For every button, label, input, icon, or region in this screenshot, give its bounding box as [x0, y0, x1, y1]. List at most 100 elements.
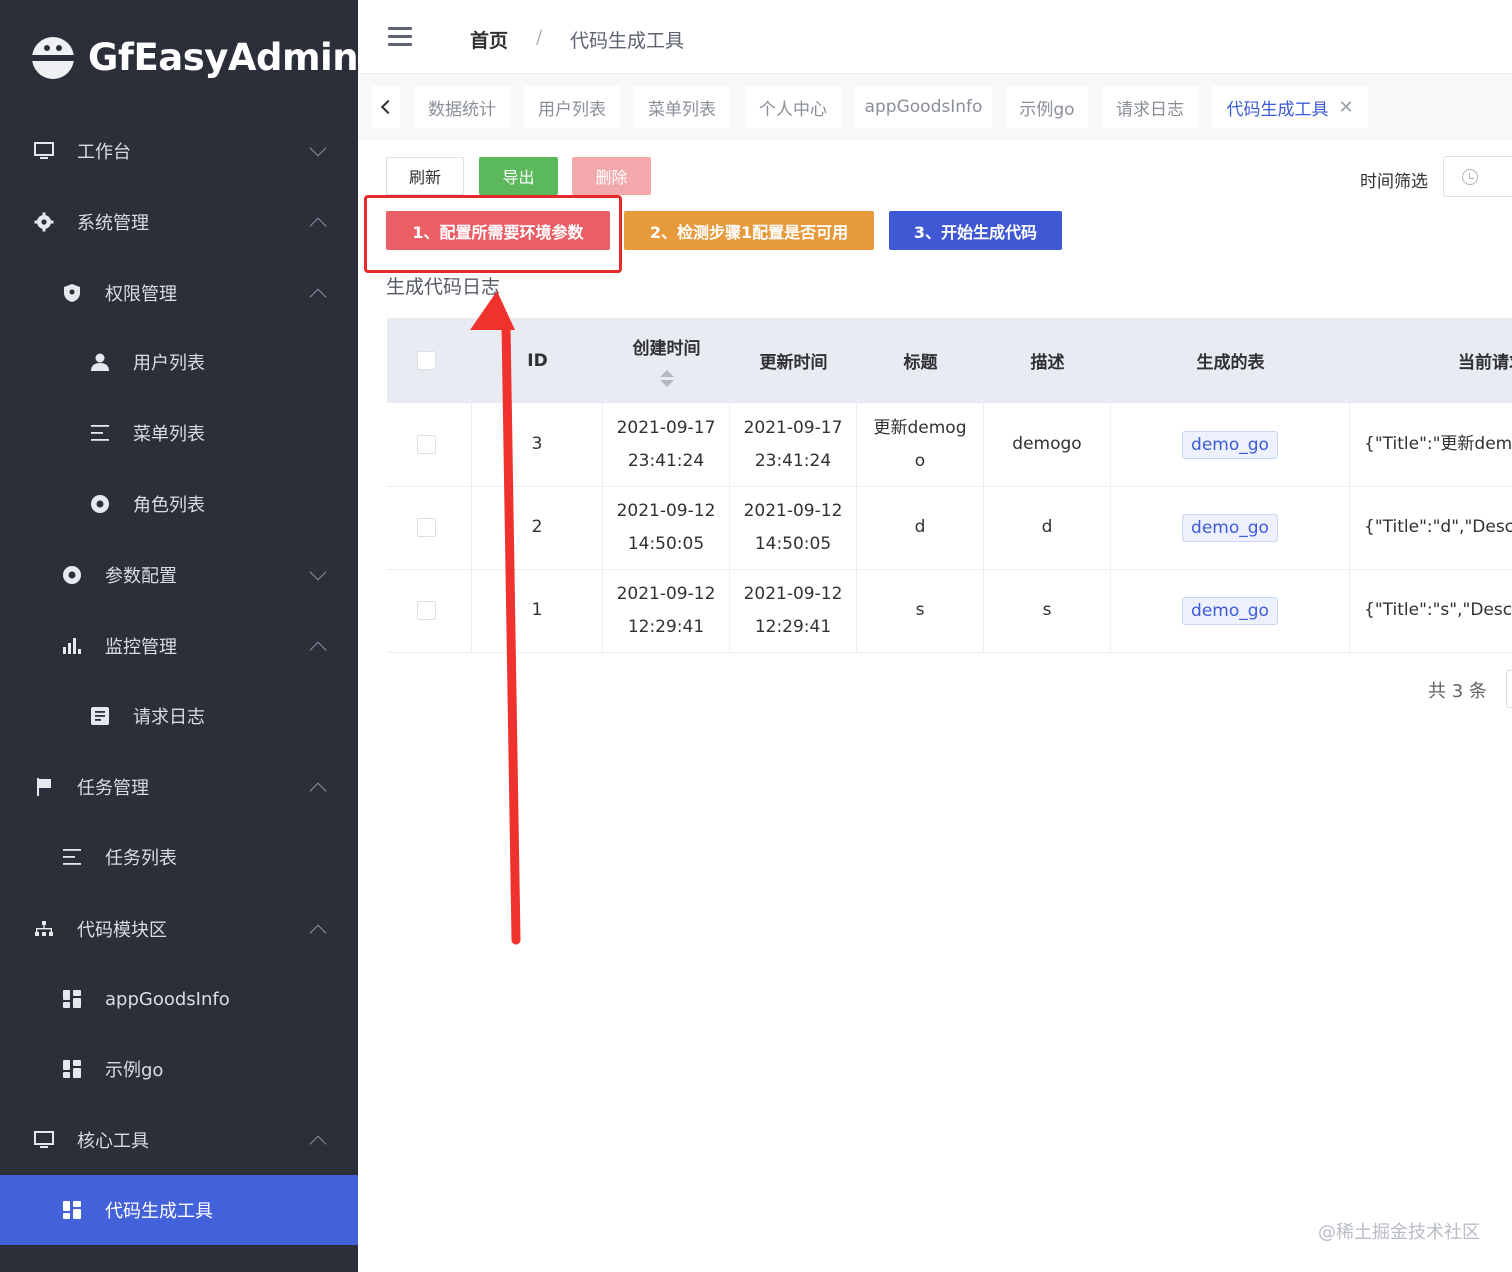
column-header-updated: 更新时间	[759, 353, 828, 373]
sidebar-item-label: 任务列表	[105, 848, 177, 869]
gear-icon	[33, 211, 55, 233]
table-row: 2 2021-09-12 14:50:05 2021-09-12 14:50:05 …	[387, 486, 1512, 570]
export-button[interactable]: 导出	[479, 157, 558, 195]
circle-dot-icon	[61, 564, 83, 586]
refresh-button[interactable]: 刷新	[386, 157, 464, 195]
sidebar-item-demo-go[interactable]: 示例go	[0, 1034, 358, 1104]
table-row: 1 2021-09-12 12:29:41 2021-09-12 12:29:41 …	[387, 569, 1512, 653]
column-header-created[interactable]: 创建时间	[603, 318, 730, 403]
sidebar-item-label: 请求日志	[133, 707, 205, 728]
step2-check-config-button[interactable]: 2、检测步骤1配置是否可用	[624, 211, 874, 250]
step3-generate-code-button[interactable]: 3、开始生成代码	[889, 211, 1062, 250]
sidebar-item-label: 菜单列表	[133, 424, 205, 445]
select-all-checkbox[interactable]	[417, 351, 436, 370]
sidebar-item-label: 任务管理	[77, 778, 149, 799]
pagination-total: 共 3 条	[1428, 681, 1487, 702]
sidebar-item-core-tools[interactable]: 核心工具	[0, 1105, 358, 1175]
row-checkbox[interactable]	[417, 601, 436, 620]
chevron-up-icon	[309, 782, 327, 800]
column-header-title: 标题	[903, 353, 938, 373]
list-icon	[89, 422, 111, 444]
tab-request-log[interactable]: 请求日志	[1102, 86, 1198, 128]
tab-appgoodsinfo[interactable]: appGoodsInfo	[855, 86, 992, 128]
sidebar-item-label: 监控管理	[105, 637, 177, 658]
sidebar: GfEasyAdmin 工作台 系统管理 权限管理 用户列表 菜单列表 角色列表…	[0, 0, 359, 1272]
sidebar-item-label: appGoodsInfo	[105, 988, 230, 1010]
close-icon[interactable]: ✕	[1338, 97, 1353, 118]
chevron-left-icon	[380, 99, 396, 115]
cell-description: s	[984, 569, 1111, 652]
grid-icon	[61, 1199, 83, 1221]
cell-current-request: {"Title":"d","Description"	[1364, 517, 1512, 537]
user-icon	[89, 351, 111, 373]
cell-updated: 2021-09-12 12:29:41	[730, 569, 857, 652]
sidebar-item-request-log[interactable]: 请求日志	[0, 681, 358, 751]
page-size-select[interactable]	[1506, 670, 1512, 708]
sidebar-item-params[interactable]: 参数配置	[0, 540, 358, 610]
sidebar-item-role-list[interactable]: 角色列表	[0, 469, 358, 539]
chevron-up-icon	[309, 641, 327, 659]
tab-user-list[interactable]: 用户列表	[524, 86, 620, 128]
column-header-description: 描述	[1030, 353, 1065, 373]
cell-title: d	[857, 486, 984, 569]
clock-icon	[1462, 169, 1478, 185]
breadcrumb-current: 代码生成工具	[570, 30, 685, 52]
row-checkbox[interactable]	[417, 518, 436, 537]
cell-title: s	[857, 569, 984, 652]
grid-icon	[61, 988, 83, 1010]
cell-current-request: {"Title":"s","Description"	[1364, 600, 1512, 620]
tab-data-stats[interactable]: 数据统计	[414, 86, 510, 128]
row-select-cell	[387, 403, 472, 486]
top-navbar: 首页 / 代码生成工具	[358, 0, 1512, 74]
sidebar-item-label: 示例go	[105, 1060, 164, 1081]
sidebar-item-code-generator[interactable]: 代码生成工具	[0, 1175, 358, 1245]
shield-icon	[61, 282, 83, 304]
cell-table: demo_go	[1111, 403, 1350, 486]
sidebar-item-workbench[interactable]: 工作台	[0, 116, 358, 186]
cell-created: 2021-09-12 12:29:41	[603, 569, 730, 652]
table-tag: demo_go	[1182, 596, 1278, 625]
tab-menu-list[interactable]: 菜单列表	[634, 86, 730, 128]
delete-button[interactable]: 删除	[572, 157, 651, 195]
cell-updated: 2021-09-12 14:50:05	[730, 486, 857, 569]
column-header-table: 生成的表	[1196, 353, 1265, 373]
sidebar-item-label: 权限管理	[105, 284, 177, 305]
tab-demo-go[interactable]: 示例go	[1006, 86, 1088, 128]
chevron-up-icon	[309, 924, 327, 942]
sidebar-item-user-list[interactable]: 用户列表	[0, 327, 358, 397]
bar-chart-icon	[61, 635, 83, 657]
logo-icon	[32, 36, 74, 79]
sidebar-item-task-list[interactable]: 任务列表	[0, 822, 358, 892]
chevron-up-icon	[309, 1135, 327, 1153]
tab-label: 请求日志	[1116, 99, 1184, 120]
tab-code-generator[interactable]: 代码生成工具 ✕	[1212, 86, 1368, 128]
sidebar-item-code-modules[interactable]: 代码模块区	[0, 894, 358, 964]
monitor-icon	[33, 140, 55, 162]
sidebar-item-appgoodsinfo[interactable]: appGoodsInfo	[0, 964, 358, 1034]
time-filter-input[interactable]	[1443, 156, 1512, 197]
org-chart-icon	[33, 918, 55, 940]
grid-icon	[61, 1058, 83, 1080]
tab-profile[interactable]: 个人中心	[745, 86, 841, 128]
sidebar-item-permissions[interactable]: 权限管理	[0, 258, 358, 328]
cell-updated: 2021-09-17 23:41:24	[730, 403, 857, 486]
chevron-up-icon	[309, 217, 327, 235]
sidebar-item-label: 系统管理	[77, 213, 149, 234]
sort-icon[interactable]	[659, 370, 675, 388]
sidebar-item-menu-list[interactable]: 菜单列表	[0, 398, 358, 468]
app-logo[interactable]: GfEasyAdmin	[32, 36, 359, 79]
table-header: ID 创建时间 更新时间 标题 描述 生成的表 当前请求	[387, 318, 1512, 403]
cell-current-request: {"Title":"更新demogo"	[1364, 434, 1512, 454]
sidebar-item-monitor[interactable]: 监控管理	[0, 611, 358, 681]
table-tag: demo_go	[1182, 513, 1278, 542]
sidebar-item-tasks[interactable]: 任务管理	[0, 752, 358, 822]
menu-toggle-icon[interactable]	[388, 27, 412, 47]
tabs-scroll-left-button[interactable]	[372, 86, 400, 128]
breadcrumb-home[interactable]: 首页	[470, 26, 508, 53]
sidebar-item-system[interactable]: 系统管理	[0, 187, 358, 257]
cell-description: demogo	[984, 403, 1111, 486]
row-checkbox[interactable]	[417, 435, 436, 454]
tags-bar: 数据统计 用户列表 菜单列表 个人中心 appGoodsInfo 示例go 请求…	[358, 74, 1512, 140]
tab-label: 个人中心	[759, 99, 827, 120]
tab-label: 用户列表	[538, 99, 606, 120]
